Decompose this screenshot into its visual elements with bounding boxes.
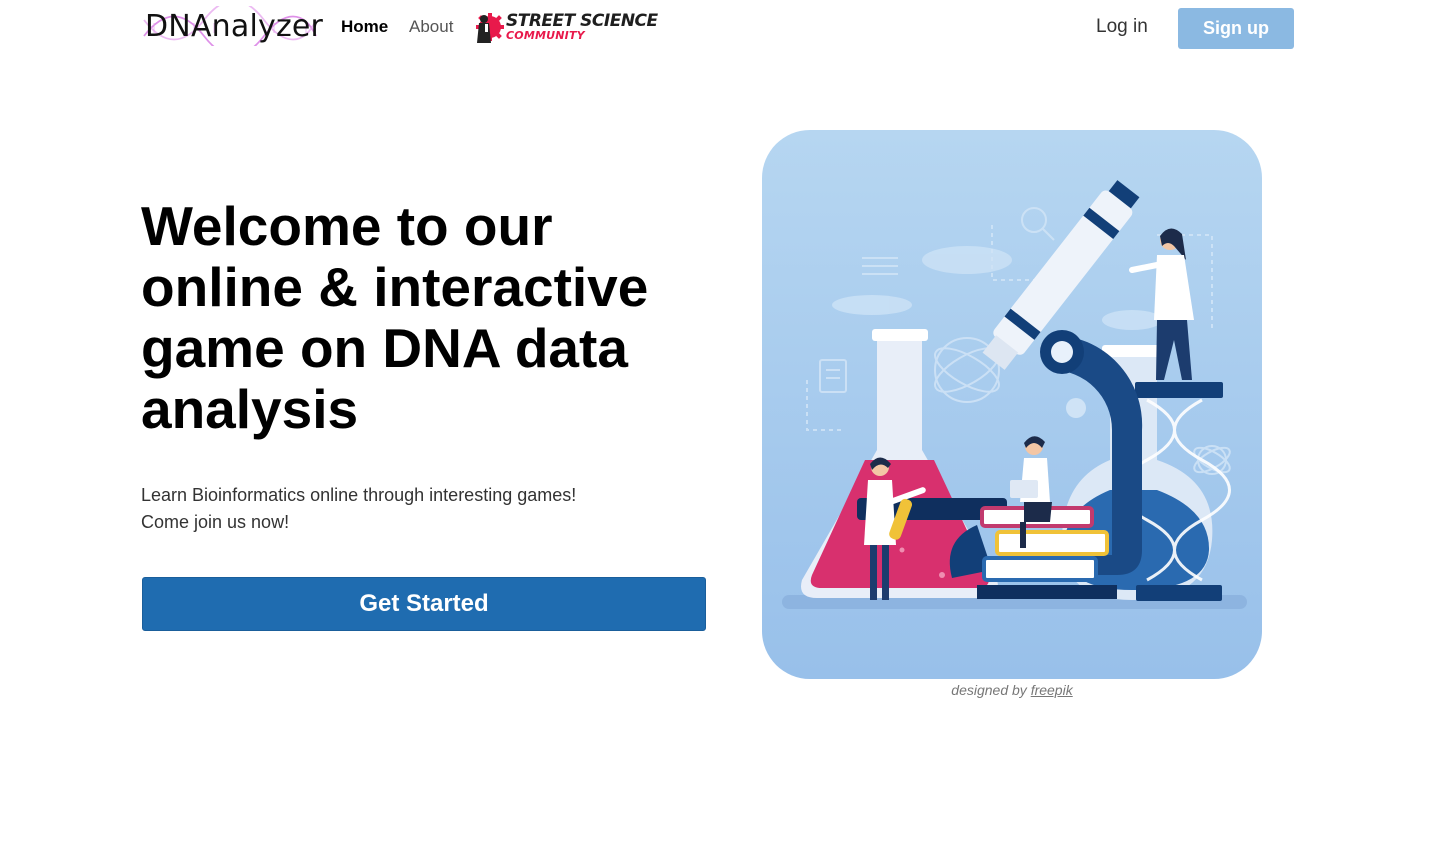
hero-subtitle: Learn Bioinformatics online through inte…	[141, 482, 701, 536]
credit-prefix: designed by	[951, 682, 1027, 698]
nav-home-link[interactable]: Home	[341, 17, 388, 37]
get-started-button[interactable]: Get Started	[142, 577, 706, 631]
illustration-credit: designed by freepik	[762, 681, 1262, 699]
nav-about-link[interactable]: About	[409, 17, 453, 37]
partner-subname: COMMUNITY	[506, 29, 585, 42]
scientist-gear-icon	[476, 13, 504, 43]
freepik-link[interactable]: freepik	[1031, 682, 1073, 698]
laboratory-illustration	[762, 130, 1262, 679]
lab-scene-image	[762, 130, 1262, 679]
navbar: DNAnalyzer Home About STREET SCIENCE COM…	[0, 0, 1435, 56]
signup-button[interactable]: Sign up	[1178, 8, 1294, 49]
brand-name: DNAnalyzer	[145, 9, 324, 44]
brand-logo[interactable]: DNAnalyzer	[142, 6, 323, 46]
hero-subtitle-line: Come join us now!	[141, 512, 290, 532]
hero-title: Welcome to our online & interactive game…	[141, 195, 649, 440]
street-science-logo[interactable]: STREET SCIENCE COMMUNITY	[474, 10, 658, 44]
partner-name: STREET SCIENCE	[506, 11, 658, 31]
login-link[interactable]: Log in	[1096, 16, 1148, 38]
hero-subtitle-line: Learn Bioinformatics online through inte…	[141, 485, 577, 505]
